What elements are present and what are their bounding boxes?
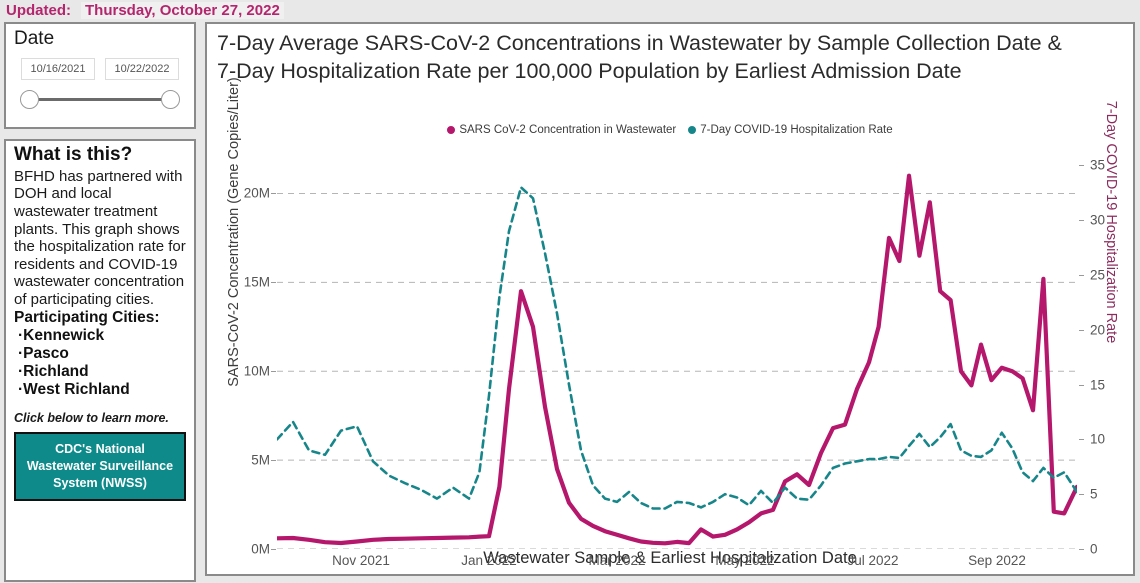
y-axis-left-tick-0: 0M	[251, 541, 270, 557]
y-axis-right-title: 7-Day COVID-19 Hospitalization Rate	[1103, 100, 1119, 344]
y-axis-right-tick-5: 25	[1090, 267, 1106, 283]
city-item-3: ·West Richland	[18, 381, 130, 399]
y-axis-left-tickmark-0	[271, 549, 276, 550]
y-axis-left-tick-1: 5M	[251, 452, 270, 468]
y-axis-right-tick-6: 30	[1090, 212, 1106, 228]
updated-bar: Updated: Thursday, October 27, 2022	[0, 0, 1140, 20]
legend-swatch-hospitalization	[688, 126, 697, 134]
y-axis-left-title: SARS-CoV-2 Concentration (Gene Copies/Li…	[226, 77, 242, 387]
learn-more-text: Click below to learn more.	[14, 411, 169, 426]
date-inputs-row: 10/16/2021 10/22/2022	[12, 58, 188, 80]
x-axis-tick-1: Jan 2022	[461, 553, 517, 568]
y-axis-left-tickmark-2	[271, 371, 276, 373]
info-panel: What is this? BFHD has partnered with DO…	[4, 139, 196, 582]
city-label-1: Pasco	[23, 345, 69, 363]
info-panel-body: BFHD has partnered with DOH and local wa…	[14, 167, 186, 308]
y-axis-left-tick-4: 20M	[243, 185, 270, 201]
chart-legend: SARS CoV-2 Concentration in Wastewater 7…	[207, 124, 1133, 136]
updated-label: Updated:	[6, 1, 71, 19]
date-filter-panel: Date 10/16/2021 10/22/2022	[4, 22, 196, 129]
y-axis-right-tick-1: 5	[1090, 486, 1098, 502]
chart-title: 7-Day Average SARS-CoV-2 Concentrations …	[217, 31, 1062, 83]
slider-handle-end[interactable]	[161, 90, 180, 109]
y-axis-left-tickmark-4	[271, 193, 276, 195]
y-axis-right-tickmark-2	[1079, 439, 1084, 441]
x-axis-tick-0: Nov 2021	[332, 553, 390, 568]
slider-handle-start[interactable]	[20, 90, 39, 109]
left-sidebar: Date 10/16/2021 10/22/2022 What is this?…	[4, 22, 196, 582]
legend-swatch-wastewater	[447, 126, 456, 134]
legend-item-hospitalization[interactable]: 7-Day COVID-19 Hospitalization Rate	[688, 124, 893, 136]
y-axis-right-tick-7: 35	[1090, 157, 1106, 173]
y-axis-left-tickmark-1	[271, 460, 276, 462]
info-panel-title: What is this?	[14, 144, 133, 165]
y-axis-right-tickmark-3	[1079, 384, 1084, 386]
city-item-1: ·Pasco	[18, 345, 69, 363]
y-axis-left-tick-2: 10M	[243, 363, 270, 379]
city-item-2: ·Richland	[18, 363, 89, 381]
legend-item-wastewater[interactable]: SARS CoV-2 Concentration in Wastewater	[447, 124, 676, 136]
y-axis-right-tickmark-1	[1079, 494, 1084, 496]
updated-date-value: Thursday, October 27, 2022	[81, 1, 284, 19]
date-range-slider[interactable]	[18, 86, 182, 112]
chart-svg	[274, 173, 1080, 550]
y-axis-right-tickmark-6	[1079, 220, 1084, 222]
y-axis-right-tickmark-7	[1079, 165, 1084, 167]
series-line-wastewater[interactable]	[274, 173, 1080, 546]
city-label-2: Richland	[23, 363, 89, 381]
y-axis-right-tick-4: 20	[1090, 322, 1106, 338]
participating-cities-heading: Participating Cities:	[14, 309, 160, 327]
x-axis-tick-4: Jul 2022	[847, 553, 899, 568]
x-axis-tick-2: Mar 2022	[588, 553, 646, 568]
x-axis-tick-3: May 2022	[715, 553, 775, 568]
date-end-input[interactable]: 10/22/2022	[105, 58, 179, 80]
chart-panel: 7-Day Average SARS-CoV-2 Concentrations …	[205, 22, 1135, 576]
y-axis-right-tickmark-4	[1079, 329, 1084, 331]
y-axis-right-tick-2: 10	[1090, 431, 1106, 447]
slider-track[interactable]	[32, 98, 168, 101]
y-axis-right-tick-3: 15	[1090, 377, 1106, 393]
x-axis-tick-5: Sep 2022	[968, 553, 1026, 568]
y-axis-right-tick-0: 0	[1090, 541, 1098, 557]
cdc-nwss-link-button[interactable]: CDC's National Wastewater Surveillance S…	[14, 432, 186, 501]
plot-area: 0M 5M 10M 15M 20M 0 5 10 15 20 25 30 35 Nov 2021 Jan 2…	[244, 149, 1105, 568]
date-start-input[interactable]: 10/16/2021	[21, 58, 95, 80]
city-label-0: Kennewick	[23, 327, 105, 345]
city-label-3: West Richland	[23, 381, 130, 399]
date-filter-title: Date	[14, 28, 55, 49]
y-axis-right-tickmark-0	[1079, 549, 1084, 550]
y-axis-left-tickmark-3	[271, 282, 276, 284]
y-axis-left-tick-3: 15M	[243, 274, 270, 290]
dashboard-root: Updated: Thursday, October 27, 2022 Date…	[0, 0, 1140, 583]
legend-label-wastewater: SARS CoV-2 Concentration in Wastewater	[459, 124, 677, 136]
y-axis-right-tickmark-5	[1079, 275, 1084, 277]
legend-label-hospitalization: 7-Day COVID-19 Hospitalization Rate	[700, 124, 893, 136]
city-item-0: ·Kennewick	[18, 327, 105, 345]
